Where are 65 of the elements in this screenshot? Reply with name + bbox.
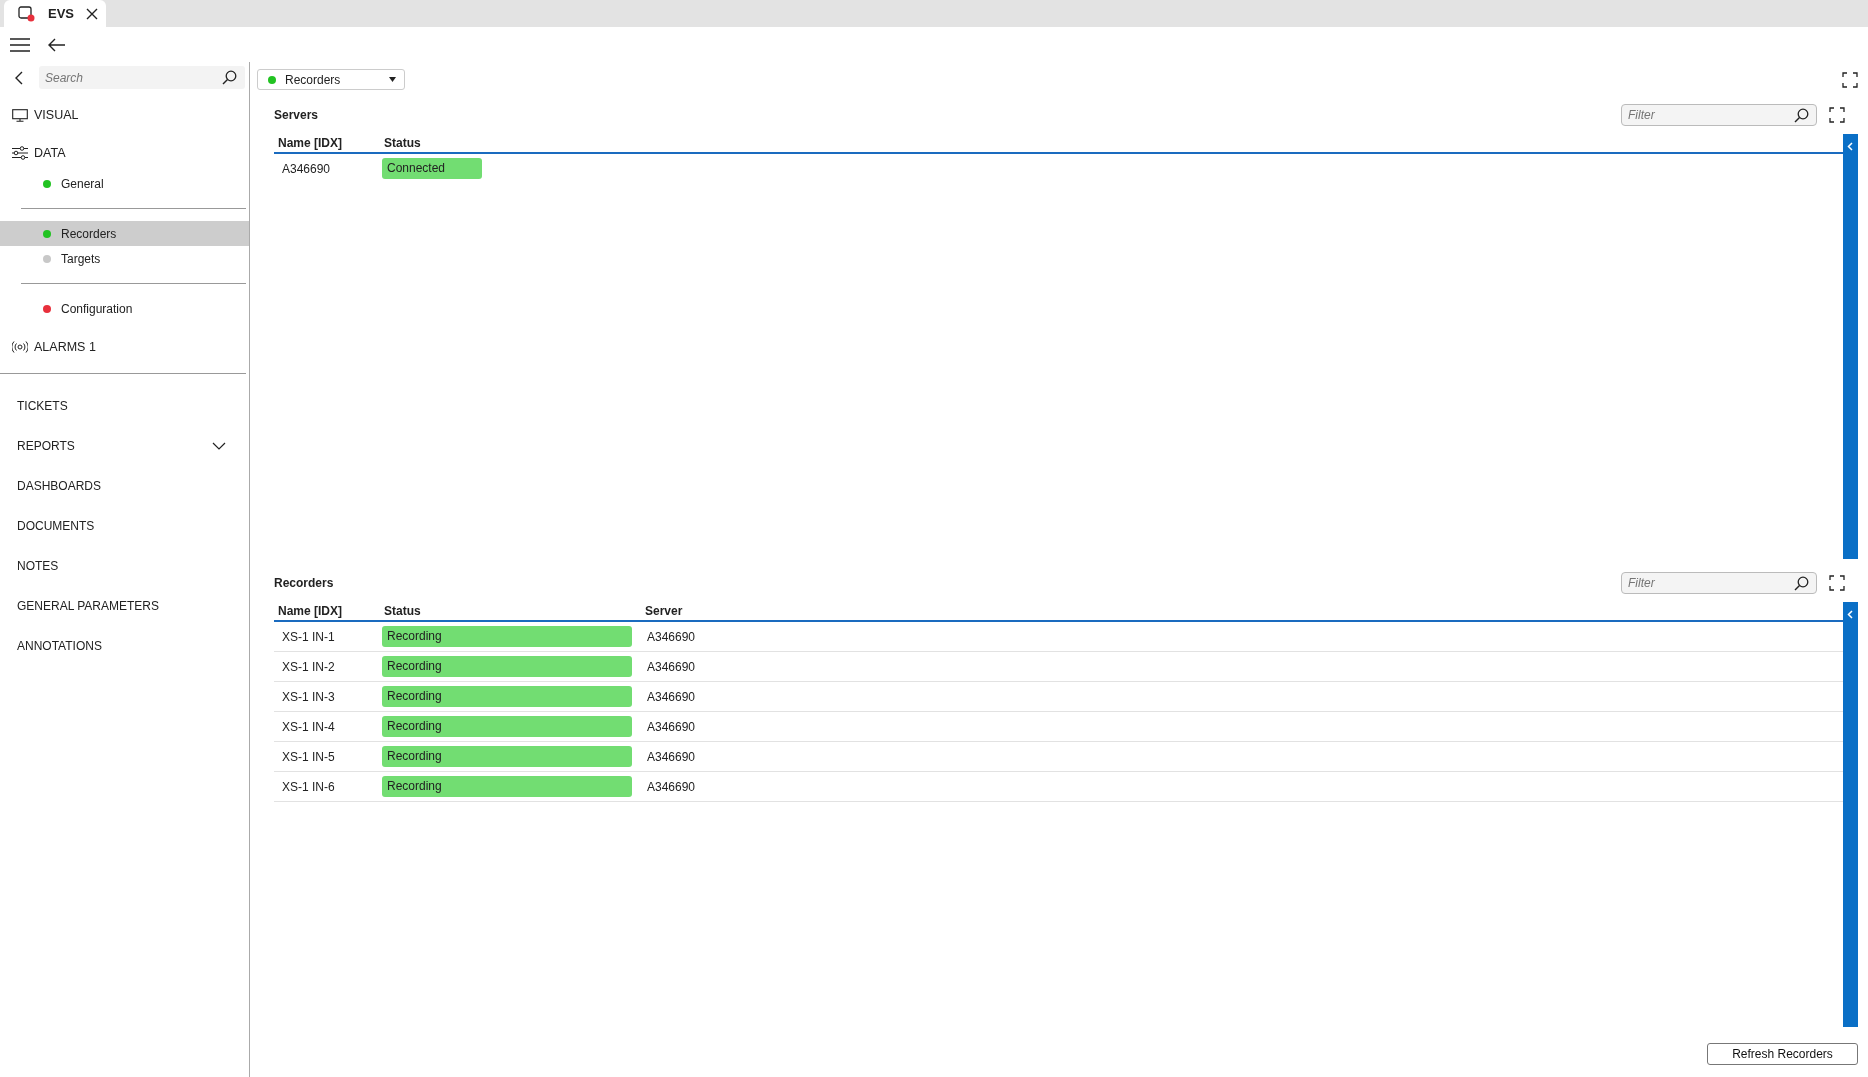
- section-title: Recorders: [274, 576, 335, 590]
- table-cell-text: XS-1 IN-5: [281, 749, 336, 764]
- monitor-icon: [12, 108, 28, 122]
- status-badge: Recording: [382, 656, 632, 677]
- sidebar-item[interactable]: Configuration: [0, 296, 249, 321]
- chevron-left-icon[interactable]: [14, 70, 23, 85]
- section-title: Servers: [274, 108, 320, 122]
- search-icon[interactable]: [1794, 576, 1809, 591]
- menu-icon[interactable]: [10, 37, 30, 52]
- nav-item[interactable]: DATA: [0, 141, 249, 165]
- status-badge: Recording: [382, 626, 632, 647]
- table-cell-text: A346690: [646, 689, 696, 704]
- chevron-left-icon: [1847, 610, 1853, 619]
- nav-item[interactable]: VISUAL: [0, 103, 249, 127]
- view-dropdown[interactable]: Recorders: [257, 69, 405, 90]
- chevron-left-icon: [1847, 142, 1853, 151]
- table-cell-text: XS-1 IN-6: [281, 779, 336, 794]
- filter-field[interactable]: Filter: [1621, 104, 1817, 126]
- status-badge: Recording: [382, 776, 632, 797]
- menu-item[interactable]: DOCUMENTS: [0, 506, 246, 546]
- tab-title: EVS: [48, 6, 74, 21]
- dropdown-arrow-icon: [389, 77, 396, 82]
- sidebar-item[interactable]: General: [0, 171, 249, 196]
- sidebar-item[interactable]: Recorders: [0, 221, 249, 246]
- fullscreen-icon[interactable]: [1842, 71, 1858, 88]
- table-cell-text: A346690: [646, 719, 696, 734]
- back-arrow-icon[interactable]: [48, 37, 66, 52]
- column-header[interactable]: Server: [641, 604, 683, 618]
- table-cell-text: A346690: [281, 161, 332, 176]
- status-badge: Recording: [382, 746, 632, 767]
- column-header[interactable]: Name [IDX]: [274, 604, 380, 618]
- nav-item[interactable]: ALARMS 1: [0, 335, 249, 359]
- table-cell-text: A346690: [646, 629, 696, 644]
- column-header[interactable]: Status: [380, 604, 641, 618]
- filter-field[interactable]: Filter: [1621, 572, 1817, 594]
- status-badge: Connected: [382, 158, 482, 179]
- sliders-icon: [12, 146, 28, 160]
- status-badge: Recording: [382, 716, 632, 737]
- close-icon[interactable]: [86, 7, 98, 20]
- fullscreen-icon[interactable]: [1829, 575, 1845, 591]
- menu-item[interactable]: GENERAL PARAMETERS: [0, 586, 246, 626]
- search-icon[interactable]: [1794, 108, 1809, 123]
- app-icon: [18, 5, 36, 22]
- menu-item[interactable]: TICKETS: [0, 386, 246, 426]
- table-cell-text: A346690: [646, 659, 696, 674]
- table-cell-text: A346690: [646, 779, 696, 794]
- column-header[interactable]: Name [IDX]: [274, 136, 380, 150]
- sidebar-item[interactable]: Targets: [0, 246, 249, 271]
- signal-broadcast-icon: [12, 341, 28, 353]
- table-cell-text: XS-1 IN-3: [281, 689, 336, 704]
- table-cell-text: XS-1 IN-2: [281, 659, 336, 674]
- search-field[interactable]: Search: [39, 66, 245, 89]
- menu-item[interactable]: NOTES: [0, 546, 246, 586]
- column-header[interactable]: Status: [380, 136, 584, 150]
- fullscreen-icon[interactable]: [1829, 107, 1845, 123]
- refresh-button[interactable]: Refresh Recorders: [1707, 1043, 1858, 1065]
- search-icon[interactable]: [222, 70, 237, 85]
- menu-item[interactable]: DASHBOARDS: [0, 466, 246, 506]
- menu-item[interactable]: REPORTS: [0, 426, 246, 466]
- table-cell-text: XS-1 IN-4: [281, 719, 336, 734]
- app-tab[interactable]: EVS: [4, 0, 106, 27]
- table-cell-text: XS-1 IN-1: [281, 629, 336, 644]
- table-cell-text: A346690: [646, 749, 696, 764]
- status-badge: Recording: [382, 686, 632, 707]
- menu-item[interactable]: ANNOTATIONS: [0, 626, 246, 666]
